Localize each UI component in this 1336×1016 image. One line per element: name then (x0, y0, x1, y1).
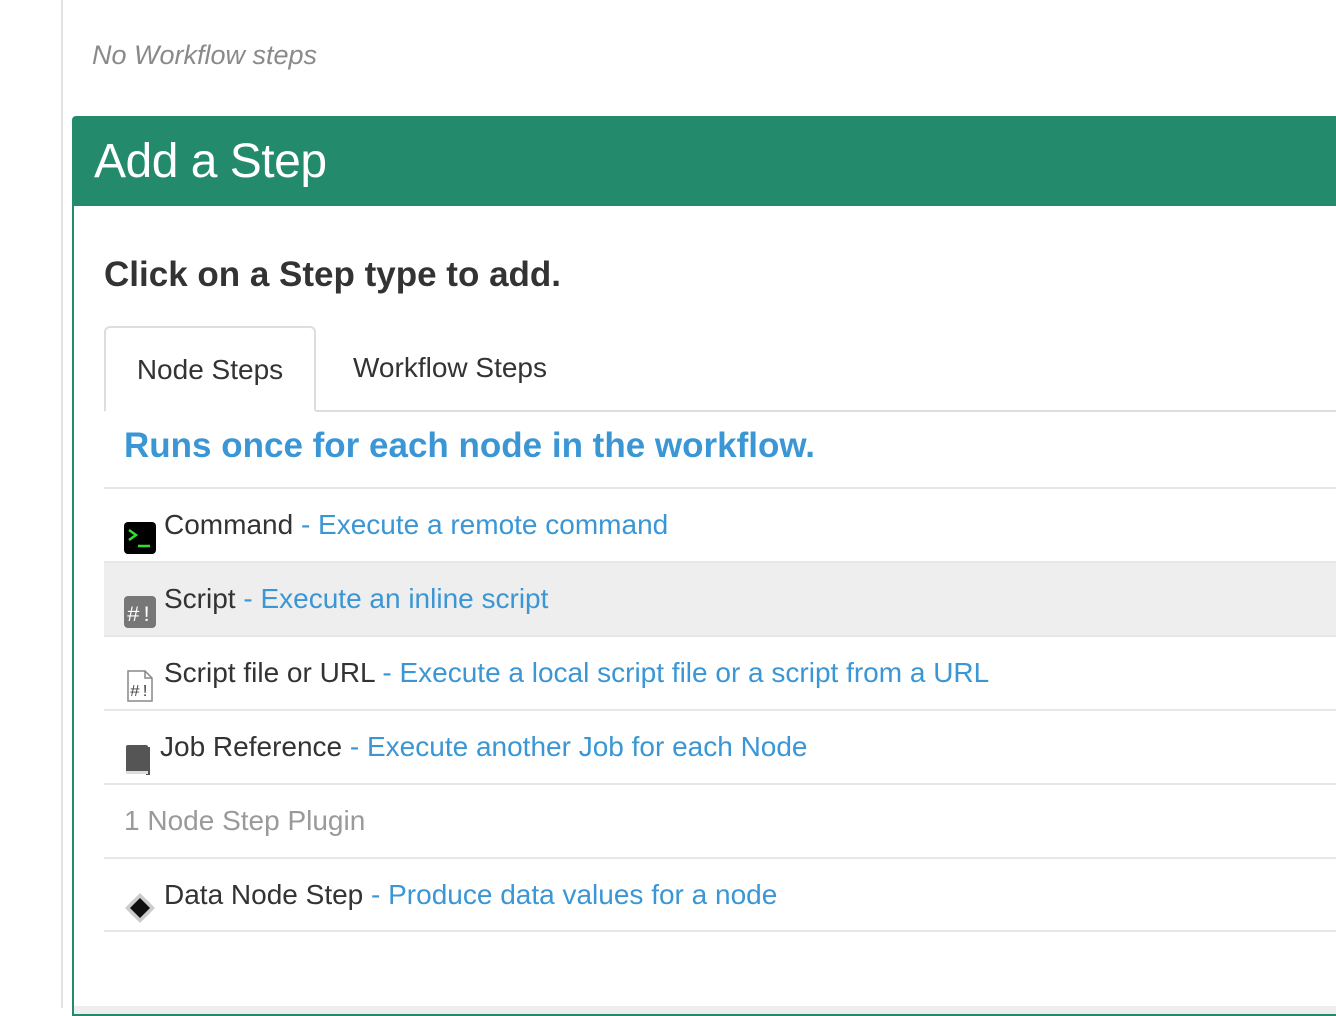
step-item-script[interactable]: #! Script - Execute an inline script (104, 561, 1336, 635)
step-name: Job Reference (160, 731, 343, 762)
step-name: Data Node Step (164, 879, 364, 910)
no-workflow-steps-text: No Workflow steps (92, 40, 318, 70)
svg-text:#!: #! (130, 683, 150, 702)
script-file-icon: #! (124, 657, 156, 702)
step-item-command[interactable]: Command - Execute a remote command (104, 487, 1336, 561)
left-divider (61, 0, 63, 1008)
plugin-count-label: 1 Node Step Plugin (124, 805, 366, 836)
tab-node-steps[interactable]: Node Steps (104, 326, 316, 412)
node-steps-description: Runs once for each node in the workflow. (124, 426, 815, 465)
step-item-data-node-step[interactable]: Data Node Step - Produce data values for… (104, 857, 1336, 931)
plugin-count-row: 1 Node Step Plugin (104, 783, 1336, 857)
add-step-title: Add a Step (94, 135, 327, 188)
panel-footer (74, 1006, 1336, 1014)
step-description: - Execute a remote command (300, 509, 669, 540)
step-name: Script (164, 583, 236, 614)
step-item-script-file[interactable]: #! Script file or URL - Execute a local … (104, 635, 1336, 709)
svg-text:#!: #! (127, 603, 153, 628)
script-icon: #! (124, 583, 156, 628)
add-step-header: Add a Step (74, 118, 1336, 206)
step-type-tabs: Node Steps Workflow Steps (104, 326, 1336, 412)
step-description: - Execute another Job for each Node (349, 731, 808, 762)
step-name: Command (164, 509, 294, 540)
book-icon (124, 731, 152, 775)
step-type-instruction: Click on a Step type to add. (104, 255, 562, 294)
terminal-icon (124, 509, 156, 554)
tab-workflow-steps[interactable]: Workflow Steps (330, 326, 570, 410)
step-description: - Execute a local script file or a scrip… (382, 657, 990, 688)
list-bottom-divider (104, 930, 1336, 932)
step-description: - Execute an inline script (243, 583, 549, 614)
diamond-icon (124, 879, 156, 923)
step-name: Script file or URL (164, 657, 375, 688)
step-description: - Produce data values for a node (371, 879, 778, 910)
step-item-job-reference[interactable]: Job Reference - Execute another Job for … (104, 709, 1336, 783)
